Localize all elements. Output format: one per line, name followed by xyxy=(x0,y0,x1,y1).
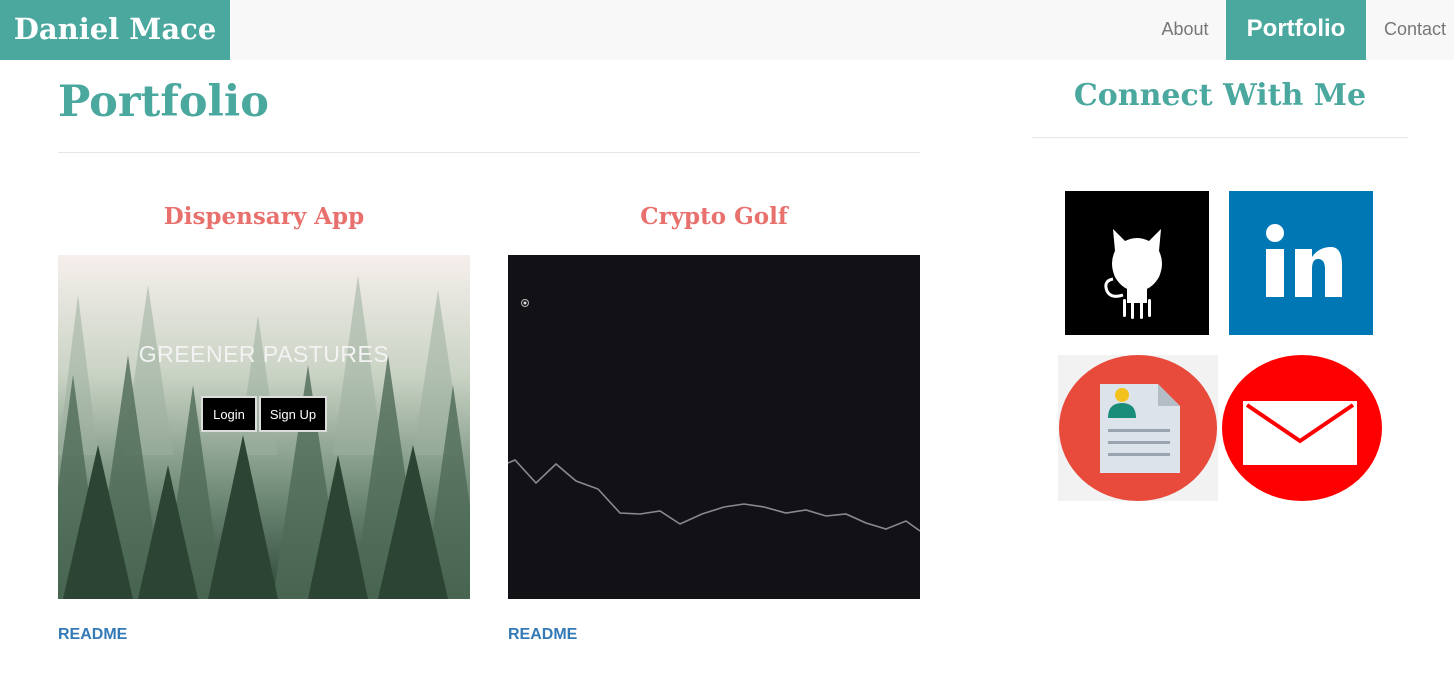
brand-logo[interactable]: Daniel Mace xyxy=(0,0,230,60)
readme-link-crypto-golf[interactable]: README xyxy=(508,624,577,646)
preview-headline: GREENER PASTURES xyxy=(138,341,390,367)
navbar: Daniel Mace About Portfolio Contact xyxy=(0,0,1454,60)
project-title-dispensary: Dispensary App xyxy=(163,203,365,230)
readme-link-dispensary[interactable]: README xyxy=(58,624,127,646)
project-title-crypto-golf: Crypto Golf xyxy=(640,203,788,230)
resume-icon[interactable] xyxy=(1058,355,1218,501)
nav-contact[interactable]: Contact xyxy=(1366,0,1454,60)
golf-course-image xyxy=(508,255,920,599)
project-screenshot-crypto-golf[interactable] xyxy=(508,255,920,599)
linkedin-icon[interactable] xyxy=(1229,191,1373,335)
project-screenshot-dispensary[interactable]: GREENER PASTURES Login Sign Up xyxy=(58,255,470,599)
github-icon[interactable] xyxy=(1065,191,1209,335)
preview-signup-button: Sign Up xyxy=(259,396,327,432)
preview-login-button: Login xyxy=(201,396,257,432)
nav-portfolio[interactable]: Portfolio xyxy=(1226,0,1366,60)
connect-divider xyxy=(1032,137,1408,138)
nav-about[interactable]: About xyxy=(1144,0,1226,60)
page-title: Portfolio xyxy=(58,77,269,127)
email-icon[interactable] xyxy=(1222,355,1382,501)
title-divider xyxy=(58,152,920,153)
connect-heading: Connect With Me xyxy=(1073,78,1367,113)
